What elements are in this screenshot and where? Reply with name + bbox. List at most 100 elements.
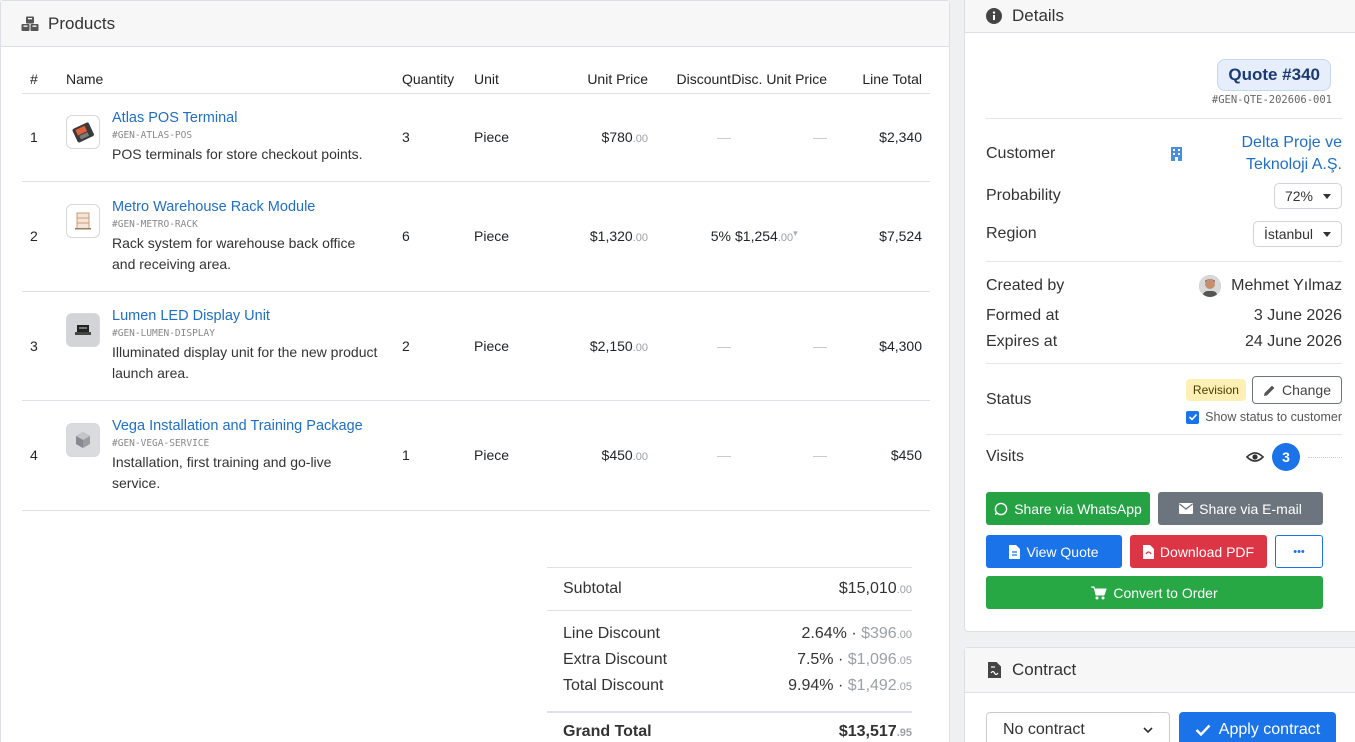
row-quantity: 3: [402, 93, 474, 182]
status-row: Status Revision Change Show status to cu…: [986, 371, 1342, 429]
created-by-row: Created by Mehmet Yılmaz: [986, 271, 1342, 301]
region-dropdown[interactable]: İstanbul: [1252, 221, 1342, 247]
apply-contract-button[interactable]: Apply contract: [1179, 712, 1336, 742]
grand-total-label: Grand Total: [563, 723, 652, 740]
product-code: #GEN-METRO-RACK: [112, 218, 198, 230]
row-unit: Piece: [474, 400, 554, 511]
probability-row: Probability 72%: [986, 181, 1342, 211]
probability-label: Probability: [986, 187, 1061, 204]
pos-terminal-thumbnail: [66, 115, 100, 149]
contract-card: Contract No contract Apply contract: [964, 647, 1355, 742]
product-link[interactable]: Lumen LED Display Unit: [112, 307, 382, 325]
products-header: Products: [1, 1, 949, 47]
product-link[interactable]: Metro Warehouse Rack Module: [112, 198, 382, 216]
row-quantity: 2: [402, 291, 474, 401]
col-name: Name: [66, 66, 402, 94]
share-email-button[interactable]: Share via E-mail: [1158, 492, 1323, 525]
product-code: #GEN-VEGA-SERVICE: [112, 437, 210, 449]
products-title: Products: [48, 13, 116, 33]
details-header: Details: [965, 0, 1355, 33]
change-status-button[interactable]: Change: [1251, 376, 1342, 404]
quote-code: #GEN-QTE-202606-001: [1211, 94, 1332, 106]
product-description: POS terminals for store checkout points.: [112, 146, 363, 162]
visits-count-badge[interactable]: 3: [1272, 443, 1300, 471]
table-row: 3 Lumen LED Display Unit #GEN-LUMEN-DISP…: [22, 291, 930, 401]
contract-select[interactable]: No contract: [986, 712, 1170, 742]
row-disc-unit-price: —: [731, 93, 837, 182]
product-link[interactable]: Vega Installation and Training Package: [112, 417, 382, 435]
service-package-thumbnail: [66, 422, 100, 457]
row-discount: —: [648, 291, 731, 401]
formed-at-value: 3 June 2026: [1253, 307, 1342, 324]
row-unit-price: $450.00: [554, 400, 648, 511]
table-row: 4 Vega Installation and Training Package…: [22, 400, 930, 511]
row-discount: —: [648, 400, 731, 511]
table-row: 2 Metro Warehouse Rack Module #GEN-METRO…: [22, 181, 930, 292]
col-discount: Discount: [648, 66, 731, 94]
show-status-checkbox[interactable]: [1186, 410, 1200, 424]
region-label: Region: [986, 225, 1037, 242]
row-unit: Piece: [474, 291, 554, 401]
line-discount-label: Line Discount: [563, 625, 660, 642]
total-discount-label: Total Discount: [563, 677, 664, 694]
share-whatsapp-button[interactable]: Share via WhatsApp: [986, 492, 1150, 525]
quote-number-badge: Quote #340: [1217, 59, 1331, 91]
subtotal-row: Subtotal $15,010.00: [547, 568, 912, 610]
col-disc-unit-price: Disc. Unit Price: [731, 66, 837, 94]
status-badge: Revision: [1185, 379, 1246, 401]
grand-total-value: $13,517.95: [838, 723, 912, 740]
row-disc-unit-price: —: [731, 291, 837, 401]
show-status-label: Show status to customer: [1205, 410, 1342, 424]
formed-at-label: Formed at: [986, 307, 1059, 324]
visits-label: Visits: [986, 448, 1024, 465]
row-num: 2: [22, 181, 66, 292]
product-link[interactable]: Atlas POS Terminal: [112, 109, 382, 127]
products-card: Products # Name Quantity Unit Unit Price…: [0, 0, 950, 742]
info-circle-icon: [985, 7, 1003, 25]
row-line-total: $4,300: [837, 291, 930, 401]
customer-label: Customer: [986, 145, 1056, 162]
display-unit-thumbnail: [66, 313, 100, 347]
details-card: Details Quote #340 #GEN-QTE-202606-001 C…: [964, 0, 1355, 632]
row-num: 4: [22, 400, 66, 511]
whatsapp-icon: [994, 502, 1008, 516]
extra-discount-value: 7.5% · $1,096.05: [797, 651, 912, 668]
col-num: #: [22, 66, 66, 94]
row-unit: Piece: [474, 181, 554, 292]
probability-dropdown[interactable]: 72%: [1273, 183, 1342, 209]
row-num: 1: [22, 93, 66, 182]
region-row: Region İstanbul: [986, 219, 1342, 249]
extra-discount-label: Extra Discount: [563, 651, 668, 668]
row-unit-price: $2,150.00: [554, 291, 648, 401]
row-discount: —: [648, 93, 731, 182]
totals-summary: Subtotal $15,010.00 Line Discount 2.64% …: [547, 567, 912, 742]
building-icon: [1170, 147, 1182, 161]
details-title: Details: [1012, 5, 1064, 25]
envelope-icon: [1179, 503, 1194, 514]
product-code: #GEN-ATLAS-POS: [112, 130, 193, 141]
col-unit-price: Unit Price: [554, 66, 648, 94]
product-code: #GEN-LUMEN-DISPLAY: [112, 328, 215, 339]
grand-total-row: Grand Total $13,517.95: [547, 713, 912, 742]
view-quote-button[interactable]: View Quote: [986, 535, 1122, 568]
product-description: Illuminated display unit for the new pro…: [112, 344, 378, 381]
line-discount-value: 2.64% · $396.00: [801, 625, 913, 642]
contract-title: Contract: [1012, 660, 1077, 679]
products-table: # Name Quantity Unit Unit Price Discount…: [22, 66, 930, 511]
table-header-row: # Name Quantity Unit Unit Price Discount…: [22, 66, 930, 94]
total-discount-value: 9.94% · $1,492.05: [788, 677, 912, 694]
file-icon: [1009, 544, 1021, 559]
download-pdf-button[interactable]: Download PDF: [1130, 535, 1267, 568]
file-pdf-icon: [1142, 544, 1154, 559]
customer-link[interactable]: Delta Proje ve Teknoloji A.Ş.: [1242, 132, 1343, 176]
expires-at-label: Expires at: [986, 333, 1058, 350]
row-unit-price: $1,320.00: [554, 181, 648, 292]
expires-at-row: Expires at 24 June 2026: [986, 327, 1342, 357]
created-by-value: Mehmet Yılmaz: [1231, 277, 1342, 294]
row-line-total: $7,524: [837, 181, 930, 292]
extra-discount-row: Extra Discount 7.5% · $1,096.05: [547, 647, 912, 673]
pencil-icon: [1263, 384, 1276, 397]
convert-to-order-button[interactable]: Convert to Order: [986, 576, 1323, 609]
more-actions-button[interactable]: •••: [1275, 535, 1323, 568]
row-quantity: 1: [402, 400, 474, 511]
